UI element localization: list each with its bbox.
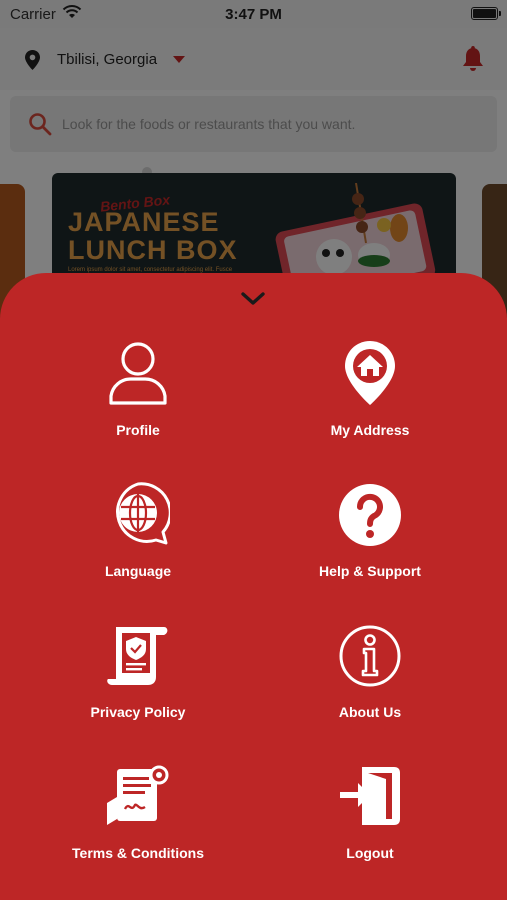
logout-icon bbox=[340, 767, 400, 825]
chevron-down-icon[interactable] bbox=[240, 291, 266, 307]
menu-item-language[interactable]: Language bbox=[38, 481, 238, 611]
menu-label: Privacy Policy bbox=[90, 704, 186, 720]
menu-label: My Address bbox=[330, 422, 410, 438]
menu-label: Profile bbox=[116, 422, 160, 438]
question-icon bbox=[339, 484, 401, 546]
menu-label: Logout bbox=[346, 845, 394, 861]
menu-item-help-support[interactable]: Help & Support bbox=[270, 481, 470, 611]
contract-sign-icon bbox=[107, 765, 169, 825]
menu-item-about-us[interactable]: About Us bbox=[270, 623, 470, 753]
document-shield-icon bbox=[107, 627, 168, 685]
menu-label: Help & Support bbox=[319, 563, 421, 579]
globe-chat-icon bbox=[116, 482, 170, 545]
menu-item-privacy-policy[interactable]: Privacy Policy bbox=[38, 623, 238, 753]
menu-item-my-address[interactable]: My Address bbox=[270, 339, 470, 469]
home-pin-icon bbox=[345, 341, 395, 405]
menu-label: Language bbox=[104, 563, 172, 579]
menu-label: Terms & Conditions bbox=[72, 845, 204, 861]
menu-item-profile[interactable]: Profile bbox=[38, 339, 238, 469]
menu-item-terms-conditions[interactable]: Terms & Conditions bbox=[38, 763, 238, 893]
profile-icon bbox=[109, 342, 167, 405]
menu-item-logout[interactable]: Logout bbox=[270, 763, 470, 893]
info-icon bbox=[339, 625, 401, 687]
menu-sheet: Profile My Address Language Help & Suppo… bbox=[0, 273, 507, 900]
menu-label: About Us bbox=[338, 704, 402, 720]
